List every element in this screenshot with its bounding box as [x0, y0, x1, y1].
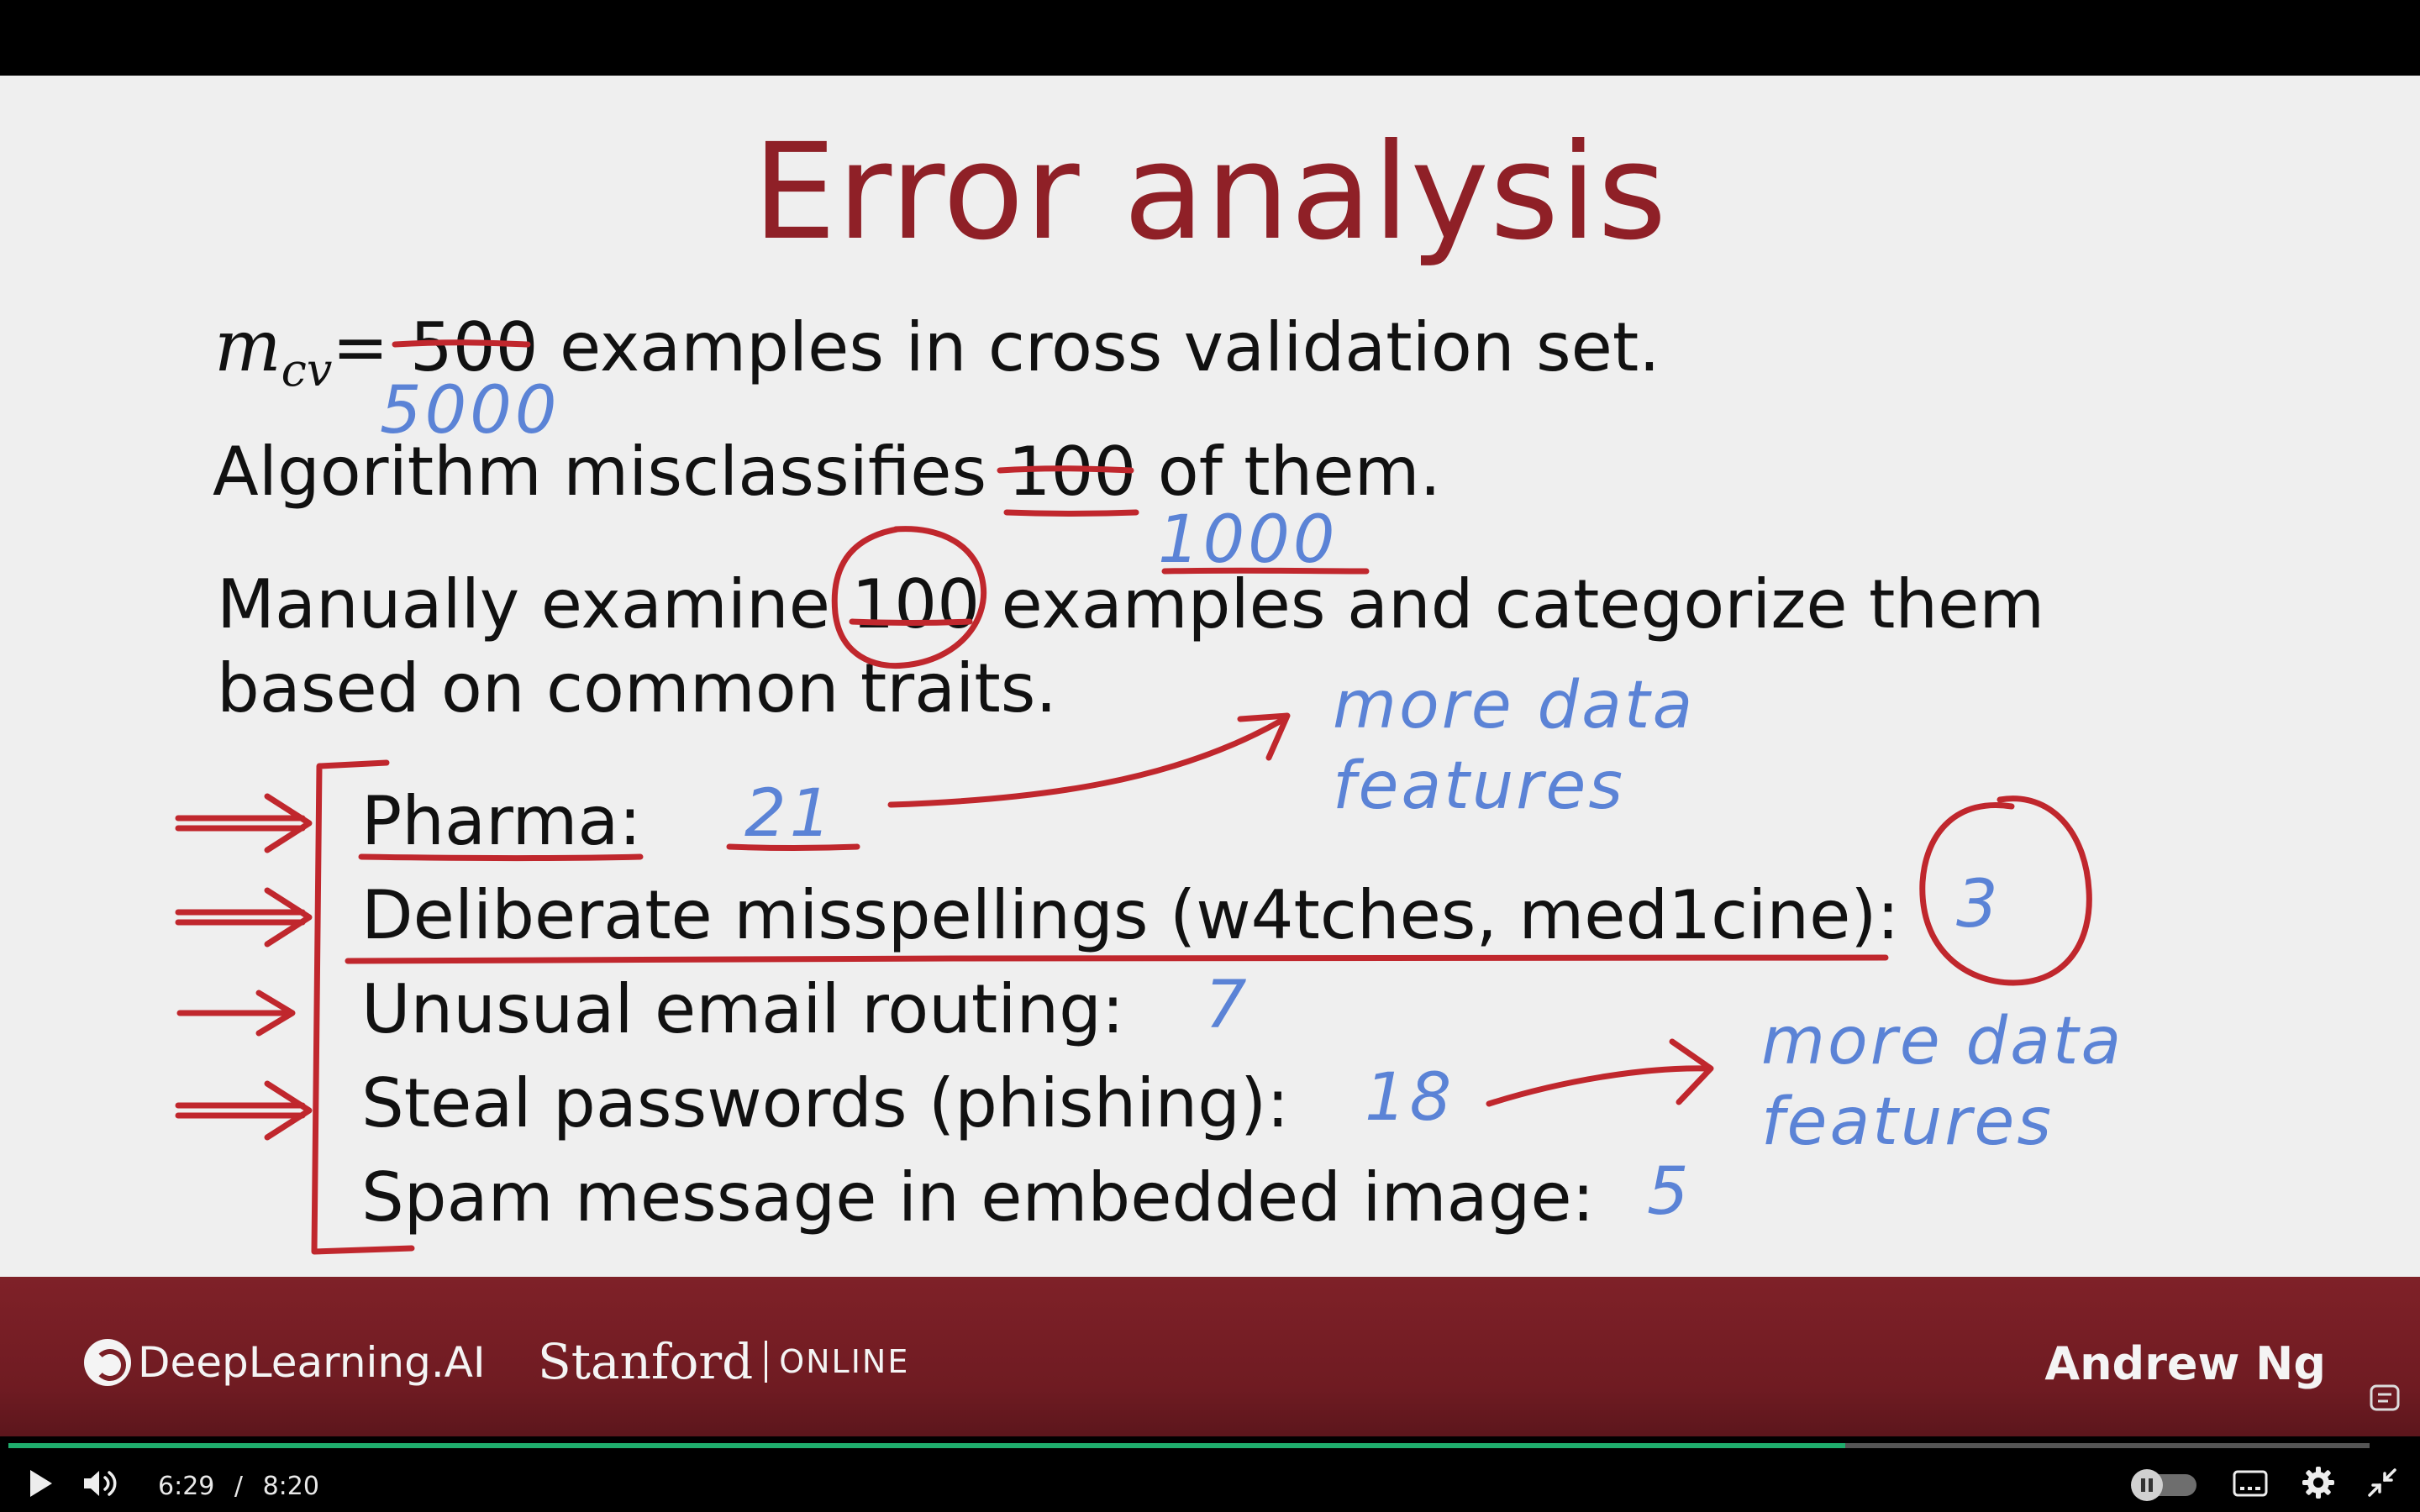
category-misspellings-count: 3 [1956, 867, 2002, 942]
stanford-wordmark: Stanford [538, 1333, 754, 1390]
arrow-21-head [1237, 712, 1291, 761]
line-misclassifies: Algorithm misclassifies 100 of them. [213, 438, 1441, 506]
stanford-online-logo: Stanford ONLINE [538, 1332, 909, 1391]
arrow-21-shaft [887, 716, 1287, 808]
logo-divider [765, 1341, 768, 1383]
line-manually-examine: Manually examine 100 examples and catego… [217, 571, 2044, 638]
manually-examine-text: Manually examine [217, 565, 830, 643]
deeplearning-ai-logo: DeepLearning.AI [84, 1337, 486, 1388]
category-pharma-count: 21 [744, 776, 835, 852]
categorize-text: examples and categorize them [1001, 565, 2045, 643]
online-wordmark: ONLINE [779, 1343, 910, 1380]
deeplearning-ai-wordmark: DeepLearning.AI [138, 1338, 486, 1387]
underline-misspellings [345, 954, 1889, 964]
captions-icon[interactable] [2232, 1468, 2269, 1502]
video-top-letterbox [0, 0, 2420, 76]
arrow-misspell-head [264, 887, 313, 948]
circled-number-100: 100 [851, 565, 981, 643]
handwritten-1000: 1000 [1158, 502, 1339, 578]
slide-footer-banner: DeepLearning.AI Stanford ONLINE Andrew N… [0, 1277, 2420, 1436]
progress-bar[interactable] [8, 1443, 2370, 1448]
duration: 8:20 [262, 1472, 319, 1501]
settings-gear-icon[interactable] [2301, 1465, 2336, 1504]
time-separator: / [234, 1472, 244, 1501]
note-more-data-features-phishing: more data features [1761, 1004, 2124, 1160]
category-pharma-label: Pharma: [361, 782, 642, 860]
presenter-name: Andrew Ng [2044, 1337, 2326, 1390]
category-routing-label: Unusual email routing: [361, 970, 1124, 1048]
arrow-18-head [1669, 1038, 1714, 1105]
slide-title: Error analysis [752, 115, 1668, 270]
category-embedded-image-label: Spam message in embedded image: [361, 1158, 1595, 1236]
line-common-traits: based on common traits. [217, 649, 1057, 727]
progress-fill [8, 1443, 1846, 1448]
arrow-phishing-head [264, 1080, 313, 1141]
note-more-data-features-pharma: more data features [1333, 668, 1696, 824]
deeplearning-ai-mark-icon [84, 1339, 131, 1386]
category-phishing-count: 18 [1365, 1060, 1455, 1136]
category-routing-count: 7 [1205, 968, 1250, 1043]
misclassifies-text: Algorithm misclassifies [213, 433, 987, 511]
m-cv-symbol: mcv [214, 305, 333, 396]
volume-icon[interactable] [81, 1467, 121, 1504]
struck-number-100: 100 [1007, 433, 1137, 511]
circle-3 [1919, 795, 2092, 986]
play-icon[interactable] [25, 1467, 55, 1504]
video-player-controls: 6:29 / 8:20 [0, 1436, 2420, 1512]
category-misspellings-label: Deliberate misspellings (w4tches, med1ci… [361, 876, 1900, 954]
time-readout: 6:29 / 8:20 [158, 1472, 319, 1501]
lecture-slide: Error analysis mcv= 500 examples in cros… [0, 76, 2420, 1277]
underline-100-misclassifies [1003, 509, 1139, 517]
arrow-pharma-head [264, 793, 313, 853]
of-them-text: of them. [1157, 433, 1441, 511]
arrow-routing-head [255, 990, 296, 1037]
autoplay-toggle-knob[interactable] [2131, 1469, 2163, 1501]
exit-fullscreen-icon[interactable] [2366, 1467, 2398, 1502]
transcript-icon[interactable] [2368, 1381, 2402, 1418]
category-embedded-image-count: 5 [1647, 1154, 1692, 1230]
current-time: 6:29 [158, 1472, 215, 1501]
category-phishing-label: Steal passwords (phishing): [361, 1064, 1290, 1142]
arrow-18-shaft [1486, 1065, 1712, 1107]
cross-validation-text: examples in cross validation set. [560, 308, 1660, 386]
